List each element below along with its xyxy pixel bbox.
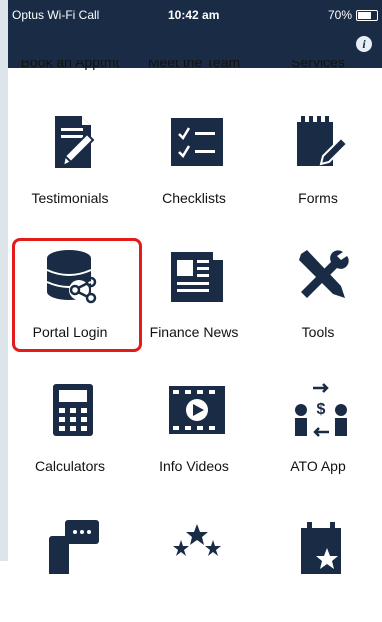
app-header: Optus Wi-Fi Call 10:42 am 70% i (8, 0, 382, 68)
status-bar: Optus Wi-Fi Call 10:42 am 70% (8, 0, 382, 30)
svg-text:$: $ (317, 401, 326, 418)
highlight-portal-login (12, 238, 142, 352)
clock-time: 10:42 am (168, 8, 220, 22)
tile-label: Checklists (162, 190, 226, 206)
tile-label-services[interactable]: Services (256, 60, 380, 70)
tile-label: ATO App (290, 458, 346, 474)
tile-label: Forms (298, 190, 338, 206)
stars-icon (173, 524, 221, 556)
tile-label-book-appointment[interactable]: Book an Apptmt (8, 60, 132, 70)
left-frame-edge (0, 0, 8, 561)
tools-icon (299, 250, 349, 298)
battery-percent: 70% (327, 8, 352, 22)
newspaper-icon (171, 252, 223, 302)
tile-label: Info Videos (159, 458, 229, 474)
top-partial-labels: Book an Apptmt Meet the Team Services (8, 60, 382, 72)
tile-ato-app[interactable]: $ ATO App (256, 358, 380, 488)
document-pen-icon (55, 116, 95, 168)
info-button[interactable]: i (356, 36, 372, 52)
people-exchange-icon: $ (295, 383, 347, 437)
checklist-icon (171, 118, 223, 166)
tile-checklists[interactable]: Checklists (132, 90, 256, 220)
tile-calculators[interactable]: Calculators (8, 358, 132, 488)
tile-forms[interactable]: Forms (256, 90, 380, 220)
tile-label: Finance News (149, 324, 239, 340)
calendar-star-icon (301, 522, 341, 574)
chat-device-icon (49, 520, 99, 574)
tile-label-meet-the-team[interactable]: Meet the Team (132, 60, 256, 70)
tile-finance-news[interactable]: Finance News (132, 224, 256, 354)
battery-icon (356, 10, 378, 21)
tile-info-videos[interactable]: Info Videos (132, 358, 256, 488)
tile-events[interactable] (256, 492, 380, 622)
tile-label: Testimonials (31, 190, 109, 206)
tile-label: Calculators (34, 458, 106, 474)
tile-reviews[interactable] (132, 492, 256, 622)
carrier-label: Optus Wi-Fi Call (12, 8, 100, 22)
notepad-pen-icon (297, 116, 349, 166)
calculator-icon (53, 384, 93, 436)
video-icon (169, 386, 225, 434)
tile-testimonials[interactable]: Testimonials (8, 90, 132, 220)
tile-chat[interactable] (8, 492, 132, 622)
tile-tools[interactable]: Tools (256, 224, 380, 354)
tile-label: Tools (301, 324, 335, 340)
